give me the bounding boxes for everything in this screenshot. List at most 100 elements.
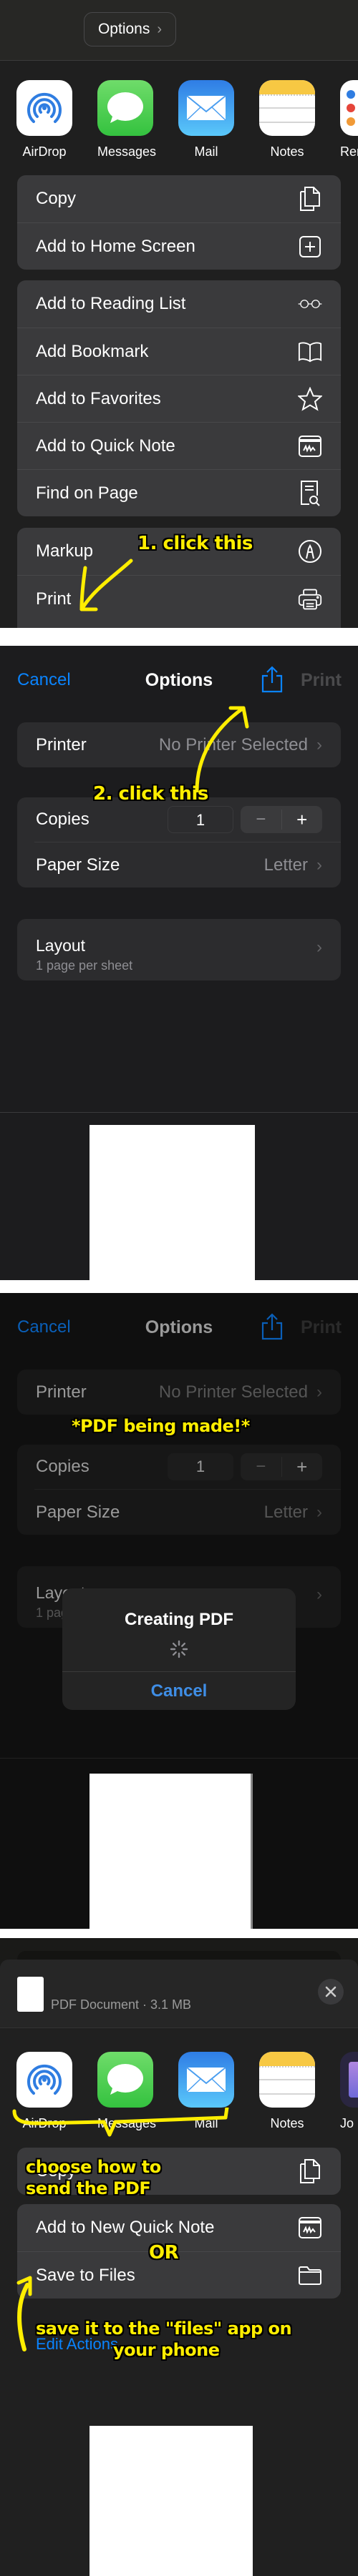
copies-field[interactable]: 1 [168, 806, 233, 833]
chevron-right-icon: › [316, 855, 322, 875]
options-button[interactable]: Options › [84, 12, 176, 46]
action-add-to-favorites[interactable]: Add to Favorites [17, 375, 341, 422]
messages-icon [97, 2052, 153, 2108]
copies-field[interactable]: 1 [168, 1453, 233, 1480]
doc-info: PDF Document · 3.1 MB [51, 1997, 192, 2012]
airdrop-icon [16, 80, 72, 136]
creating-pdf-alert: Creating PDF Cancel [62, 1588, 296, 1710]
app-notes[interactable]: Notes [259, 2052, 315, 2131]
paper-size-value: Letter [263, 1502, 308, 1522]
copies-paper-card: Copies 1 − + Paper Size Letter › [17, 797, 341, 888]
print-options-panel: Cancel Options Print Printer No Printer … [0, 646, 358, 1280]
creating-pdf-panel: Cancel Options Print Printer No Printer … [0, 1293, 358, 1929]
action-add-to-home-screen[interactable]: Add to Home Screen [17, 222, 341, 270]
action-label: Find on Page [36, 483, 138, 503]
app-name: Mail [194, 144, 218, 159]
notes-icon [259, 2052, 315, 2108]
loading-spinner-icon [62, 1640, 296, 1658]
copies-stepper: − + [241, 806, 322, 833]
options-label: Options [97, 21, 150, 37]
action-group-2: Add to New Quick Note Save to Files [17, 2204, 341, 2299]
annotation-arrow-2 [195, 706, 249, 792]
paper-size-row[interactable]: Paper Size Letter › [17, 1490, 341, 1535]
app-messages[interactable]: Messages [97, 80, 156, 159]
annotation-pdf-being-made: *PDF being made!* [72, 1416, 250, 1436]
reminders-icon [340, 80, 358, 136]
chevron-right-icon: › [316, 1382, 322, 1402]
action-save-to-files[interactable]: Save to Files [17, 2251, 341, 2299]
alert-cancel-button[interactable]: Cancel [62, 1671, 296, 1710]
airdrop-icon [16, 2052, 72, 2108]
chevron-right-icon: › [316, 1502, 322, 1522]
layout-card[interactable]: Layout 1 page per sheet › [17, 919, 341, 980]
annotation-arrow-3 [16, 2276, 32, 2351]
mail-icon [178, 80, 234, 136]
action-add-to-quick-note[interactable]: Add to Quick Note [17, 422, 341, 469]
printer-row[interactable]: Printer No Printer Selected › [17, 722, 341, 767]
increment-button[interactable]: + [282, 1456, 323, 1478]
share-sheet-header [0, 1960, 358, 2028]
action-label: Add to New Quick Note [36, 2218, 215, 2237]
copies-stepper: − + [241, 1453, 322, 1480]
messages-icon [97, 80, 153, 136]
glasses-icon [298, 292, 322, 316]
annotation-or: OR [149, 2242, 179, 2263]
decrement-button[interactable]: − [241, 810, 282, 830]
preview-divider [0, 1758, 358, 1759]
copies-label: Copies [36, 1457, 90, 1476]
notes-icon [259, 80, 315, 136]
journal-app-icon [340, 2052, 358, 2108]
pdf-thumbnail [17, 1977, 44, 2012]
page-preview [90, 1774, 253, 1929]
decrement-button[interactable]: − [241, 1457, 282, 1477]
app-name: AirDrop [22, 144, 67, 159]
action-copy[interactable]: Copy [17, 175, 341, 222]
app-airdrop[interactable]: AirDrop [16, 80, 72, 159]
page-preview [90, 2426, 253, 2576]
annotation-arrow-1 [79, 559, 133, 611]
print-button[interactable]: Print [301, 670, 342, 691]
folder-icon [298, 2263, 322, 2288]
add-square-icon [298, 235, 322, 259]
share-icon[interactable] [261, 1313, 284, 1344]
action-add-bookmark[interactable]: Add Bookmark [17, 328, 341, 375]
action-group-2: Add to Reading List Add Bookmark Add to … [17, 280, 341, 516]
printer-label: Printer [36, 734, 87, 754]
layout-value: 1 page per sheet [36, 958, 133, 973]
printer-label: Printer [36, 1382, 87, 1402]
copy-icon [298, 187, 322, 211]
copies-paper-card: Copies 1 − + Paper Size Letter › [17, 1445, 341, 1535]
annotation-brace [12, 2108, 229, 2137]
share-pdf-panel: PDF Document · 3.1 MB AirDrop Messages M… [0, 1938, 358, 2576]
alert-title: Creating PDF [124, 1610, 233, 1629]
printer-row[interactable]: Printer No Printer Selected › [17, 1370, 341, 1415]
book-icon [298, 340, 322, 364]
printer-value: No Printer Selected [158, 1382, 308, 1402]
app-reminders[interactable]: Rem [340, 80, 358, 159]
share-icon[interactable] [261, 666, 284, 697]
paper-size-row[interactable]: Paper Size Letter › [17, 842, 341, 888]
action-print[interactable]: Print [17, 575, 341, 622]
action-add-to-reading-list[interactable]: Add to Reading List [17, 280, 341, 328]
copy-icon [298, 2159, 322, 2183]
print-button[interactable]: Print [301, 1317, 342, 1338]
star-icon [298, 386, 322, 411]
app-notes[interactable]: Notes [259, 80, 315, 159]
action-find-on-page[interactable]: Find on Page [17, 469, 341, 516]
status-bar [0, 646, 358, 660]
paper-size-label: Paper Size [36, 1502, 120, 1522]
app-jo[interactable]: Jo [340, 2052, 358, 2131]
increment-button[interactable]: + [282, 809, 323, 831]
share-sheet-header [0, 0, 358, 61]
app-mail[interactable]: Mail [178, 80, 234, 159]
chevron-right-icon: › [157, 21, 163, 37]
action-label: Add to Home Screen [36, 236, 195, 256]
paper-size-value: Letter [263, 855, 308, 875]
chevron-right-icon: › [316, 1585, 322, 1604]
action-label: Save to Files [36, 2265, 135, 2285]
app-name: Rem [340, 144, 358, 159]
find-on-page-icon [298, 480, 322, 506]
paper-size-label: Paper Size [36, 855, 120, 875]
action-add-to-new-quick-note[interactable]: Add to New Quick Note [17, 2204, 341, 2251]
close-button[interactable] [318, 1979, 344, 2005]
